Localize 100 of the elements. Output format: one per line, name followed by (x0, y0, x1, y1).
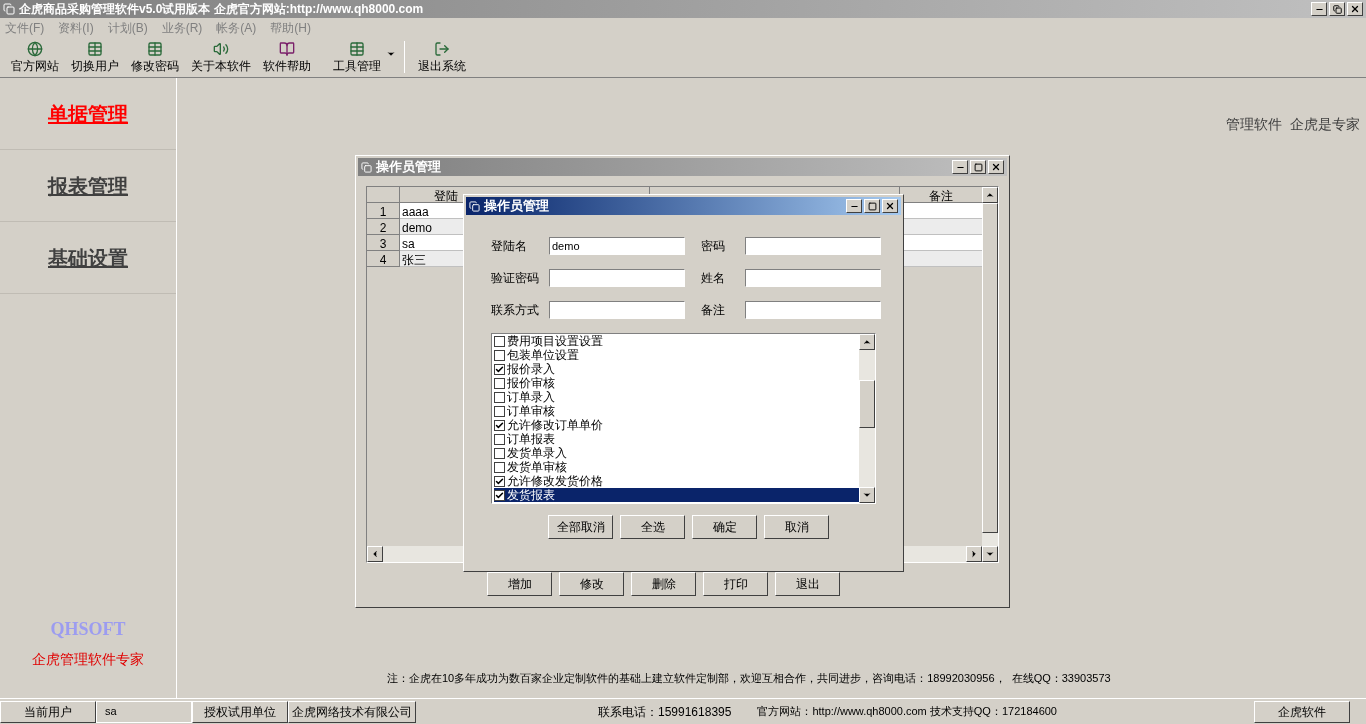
field-label: 密码 (701, 238, 726, 255)
dialog-button[interactable]: 打印 (703, 572, 768, 596)
restore-button[interactable] (1329, 2, 1345, 16)
permission-item[interactable]: 报价录入 (494, 362, 859, 376)
window-icon (469, 200, 480, 212)
toolbar-button[interactable]: 软件帮助 (258, 40, 316, 75)
checkbox[interactable] (494, 363, 505, 375)
input-field[interactable] (549, 269, 685, 287)
permission-item[interactable]: 订单审核 (494, 404, 859, 418)
field-label: 姓名 (701, 270, 726, 287)
checkbox[interactable] (494, 461, 505, 473)
company-button[interactable]: 企虎软件 (1254, 700, 1350, 723)
toolbar-button[interactable]: 修改密码 (126, 40, 184, 75)
dialog-button[interactable]: 全选 (620, 515, 685, 539)
checkbox[interactable] (494, 377, 505, 389)
field-label: 备注 (701, 302, 726, 319)
maximize-icon (973, 162, 983, 172)
vertical-scrollbar[interactable] (982, 187, 998, 562)
table-icon (349, 40, 365, 57)
input-field[interactable] (745, 237, 881, 255)
sidebar-item[interactable]: 基础设置 (0, 222, 176, 294)
dialog-button[interactable]: 全部取消 (548, 515, 613, 539)
permission-item[interactable]: 订单报表 (494, 432, 859, 446)
minimize-button[interactable] (1311, 2, 1327, 16)
permission-item[interactable]: 发货报表 (494, 488, 859, 502)
dialog-button[interactable]: 增加 (487, 572, 552, 596)
status-label[interactable]: 当前用户 (0, 700, 96, 723)
window-icon (3, 3, 15, 15)
scroll-right-icon[interactable] (969, 549, 979, 559)
scroll-up-icon[interactable] (985, 190, 995, 200)
input-field[interactable] (745, 269, 881, 287)
minimize-button[interactable] (952, 160, 968, 174)
row-number: 2 (367, 219, 400, 235)
row-number: 1 (367, 203, 400, 219)
checkbox[interactable] (494, 335, 505, 347)
scroll-down-icon[interactable] (985, 549, 995, 559)
phone-text: 联系电话：15991618395 (598, 703, 732, 721)
toolbar-button[interactable]: 退出系统 (413, 40, 471, 75)
permission-item[interactable]: 费用项目设置设置 (494, 334, 859, 348)
speaker-icon (213, 40, 229, 57)
field-label: 验证密码 (491, 270, 540, 287)
input-field[interactable]: demo (549, 237, 685, 255)
toolbar-button[interactable]: 切换用户 (66, 40, 124, 75)
close-icon (991, 162, 1001, 172)
maximize-button[interactable] (864, 199, 880, 213)
window-icon (361, 161, 372, 173)
maximize-icon (867, 201, 877, 211)
toolbar-button[interactable]: 关于本软件 (186, 40, 256, 75)
scroll-left-icon[interactable] (370, 549, 380, 559)
permission-item[interactable]: 允许修改发货价格 (494, 474, 859, 488)
status-label[interactable]: 授权试用单位 (192, 700, 288, 723)
checkbox[interactable] (494, 405, 505, 417)
dialog-button[interactable]: 退出 (775, 572, 840, 596)
row-number: 4 (367, 251, 400, 267)
website-text: 官方网站：http://www.qh8000.com 技术支持QQ：172184600 (757, 704, 1057, 720)
input-field[interactable] (745, 301, 881, 319)
permission-item[interactable]: 允许修改订单单价 (494, 418, 859, 432)
restore-icon (1332, 4, 1342, 14)
book-icon (279, 40, 295, 57)
toolbar-button[interactable]: 官方网站 (6, 40, 64, 75)
close-button[interactable] (988, 160, 1004, 174)
checkbox[interactable] (494, 447, 505, 459)
status-field[interactable]: 企虎网络技术有限公司 (288, 700, 416, 723)
permission-item[interactable]: 包装单位设置 (494, 348, 859, 362)
input-field[interactable] (549, 301, 685, 319)
permission-item[interactable]: 发货单录入 (494, 446, 859, 460)
checkbox[interactable] (494, 489, 505, 501)
close-icon (885, 201, 895, 211)
checkbox[interactable] (494, 391, 505, 403)
scroll-up-icon[interactable] (862, 337, 872, 347)
toolbar-button[interactable]: 工具管理 (328, 40, 386, 75)
sidebar-item[interactable]: 报表管理 (0, 150, 176, 222)
table-icon (147, 40, 163, 57)
checkbox[interactable] (494, 475, 505, 487)
logo-text: QHSOFT (49, 618, 127, 641)
checkbox[interactable] (494, 349, 505, 361)
close-button[interactable] (1347, 2, 1363, 16)
checkbox[interactable] (494, 419, 505, 431)
scroll-down-icon[interactable] (862, 490, 872, 500)
vertical-scrollbar[interactable] (859, 334, 875, 503)
slogan-text: 企虎管理软件专家 (31, 650, 145, 669)
dialog-button[interactable]: 确定 (692, 515, 757, 539)
notice-text: 注：企虎在10多年成功为数百家企业定制软件的基础上建立软件定制部，欢迎互相合作，共同进步，咨询电话：18992030956， 在线QQ：33903573 (387, 670, 1111, 686)
minimize-button[interactable] (846, 199, 862, 213)
field-label: 联系方式 (491, 302, 540, 319)
permission-item[interactable]: 订单录入 (494, 390, 859, 404)
window-title: 企虎商品采购管理软件v5.0试用版本 企虎官方网站:http://www.qh8000.com (19, 1, 424, 18)
window-title: 操作员管理 (376, 158, 441, 177)
permission-item[interactable]: 报价审核 (494, 376, 859, 390)
dialog-button[interactable]: 取消 (764, 515, 829, 539)
field-label: 登陆名 (491, 238, 528, 255)
close-button[interactable] (882, 199, 898, 213)
checkbox[interactable] (494, 433, 505, 445)
close-icon (1350, 4, 1360, 14)
permission-item[interactable]: 发货单审核 (494, 460, 859, 474)
dialog-button[interactable]: 删除 (631, 572, 696, 596)
status-field: sa (96, 700, 192, 723)
dialog-button[interactable]: 修改 (559, 572, 624, 596)
maximize-button[interactable] (970, 160, 986, 174)
banner-text: 管理软件 企虎是专家 (1226, 115, 1360, 134)
